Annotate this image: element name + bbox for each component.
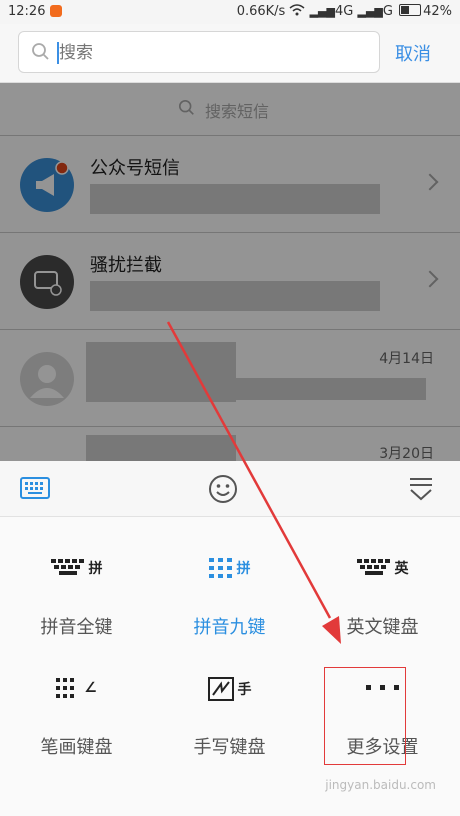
keyboard-icon[interactable] xyxy=(20,476,50,500)
collapse-keyboard-icon[interactable] xyxy=(408,476,434,502)
key-char: 拼 xyxy=(236,560,251,577)
annotation-highlight-box xyxy=(324,667,406,765)
stroke-keyboard-icon: ∠ xyxy=(0,677,153,701)
option-label: 拼音全键 xyxy=(40,617,113,638)
option-handwriting-keyboard[interactable]: 手 手写键盘 xyxy=(153,637,306,758)
option-label: 拼音九键 xyxy=(193,617,266,638)
network-speed: 0.66K/s xyxy=(236,4,286,19)
status-bar: 12:26 0.66K/s ▂▄▆4G ▂▄▆G 42% xyxy=(0,0,460,24)
emoji-icon[interactable] xyxy=(208,474,238,504)
notification-icon xyxy=(50,5,62,17)
key-char: 拼 xyxy=(88,560,103,577)
nine-key-icon: 拼 xyxy=(153,557,306,581)
search-box[interactable] xyxy=(18,31,380,73)
english-keyboard-icon: 英 xyxy=(306,557,459,581)
handwriting-icon: 手 xyxy=(153,677,306,701)
watermark: jingyan.baidu.com xyxy=(325,778,436,792)
search-icon xyxy=(32,43,49,60)
signal-label: 4G xyxy=(334,4,354,19)
battery-icon xyxy=(399,4,422,16)
key-char: 英 xyxy=(394,560,409,577)
text-cursor xyxy=(57,42,59,64)
dim-overlay[interactable] xyxy=(0,83,460,461)
keyboard-toolbar xyxy=(0,461,460,517)
option-pinyin-nine-key[interactable]: 拼 拼音九键 xyxy=(153,517,306,638)
key-char: 手 xyxy=(237,682,252,698)
option-label: 手写键盘 xyxy=(193,737,266,758)
status-time: 12:26 xyxy=(8,4,46,19)
search-input[interactable] xyxy=(57,38,361,68)
key-char: ∠ xyxy=(84,679,97,696)
signal-label-2: G xyxy=(382,4,393,19)
option-stroke-keyboard[interactable]: ∠ 笔画键盘 xyxy=(0,637,153,758)
option-label: 笔画键盘 xyxy=(40,737,113,758)
wifi-icon xyxy=(289,4,305,16)
option-label: 英文键盘 xyxy=(346,617,419,638)
signal-bars-icon: ▂▄▆ xyxy=(309,5,335,18)
status-right: 0.66K/s ▂▄▆4G ▂▄▆G 42% xyxy=(237,4,452,19)
option-english-keyboard[interactable]: 英 英文键盘 xyxy=(306,517,459,638)
signal-bars-2-icon: ▂▄▆ xyxy=(357,5,383,18)
search-header: 取消 xyxy=(0,24,460,83)
option-pinyin-full[interactable]: 拼 拼音全键 xyxy=(0,517,153,638)
full-keyboard-icon: 拼 xyxy=(0,557,153,581)
cancel-button[interactable]: 取消 xyxy=(395,40,431,66)
battery-level: 42% xyxy=(423,4,452,19)
